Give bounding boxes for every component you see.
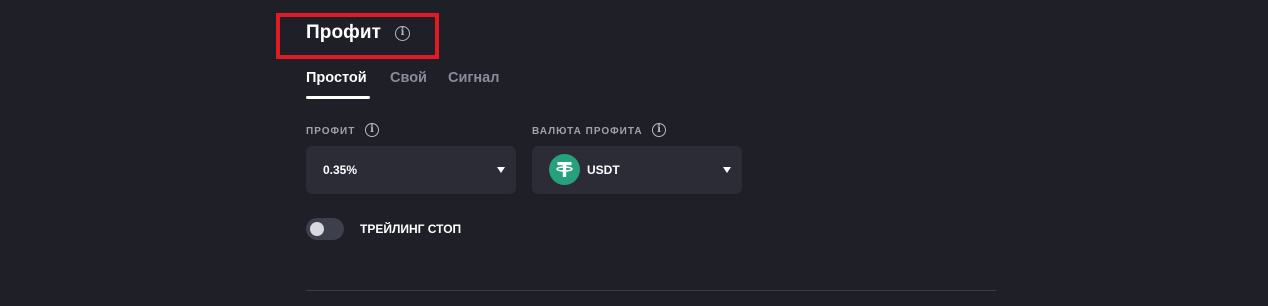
- caret-down-icon: [497, 167, 505, 173]
- profit-select[interactable]: 0.35%: [306, 146, 516, 194]
- tab-signal[interactable]: Сигнал: [448, 70, 499, 86]
- section-title: Профит: [306, 22, 382, 43]
- profit-settings-panel: Профит i Простой Свой Сигнал ПРОФИТ i ВА…: [0, 0, 1268, 306]
- caret-down-icon: [723, 167, 731, 173]
- currency-select-value: USDT: [587, 163, 620, 177]
- active-tab-indicator: [306, 96, 370, 99]
- info-icon[interactable]: i: [365, 123, 379, 137]
- info-icon[interactable]: i: [395, 26, 410, 41]
- trailing-stop-label: ТРЕЙЛИНГ СТОП: [360, 222, 462, 236]
- info-icon[interactable]: i: [652, 123, 666, 137]
- tether-icon: [549, 154, 580, 185]
- tab-simple[interactable]: Простой: [306, 70, 367, 86]
- section-divider: [306, 290, 996, 291]
- trailing-stop-toggle[interactable]: [306, 218, 344, 240]
- currency-select[interactable]: USDT: [532, 146, 742, 194]
- tab-custom[interactable]: Свой: [390, 70, 427, 86]
- profit-field-label: ПРОФИТ: [306, 126, 356, 137]
- toggle-knob: [310, 222, 324, 236]
- profit-select-value: 0.35%: [323, 163, 358, 177]
- currency-field-label: ВАЛЮТА ПРОФИТА: [532, 126, 643, 137]
